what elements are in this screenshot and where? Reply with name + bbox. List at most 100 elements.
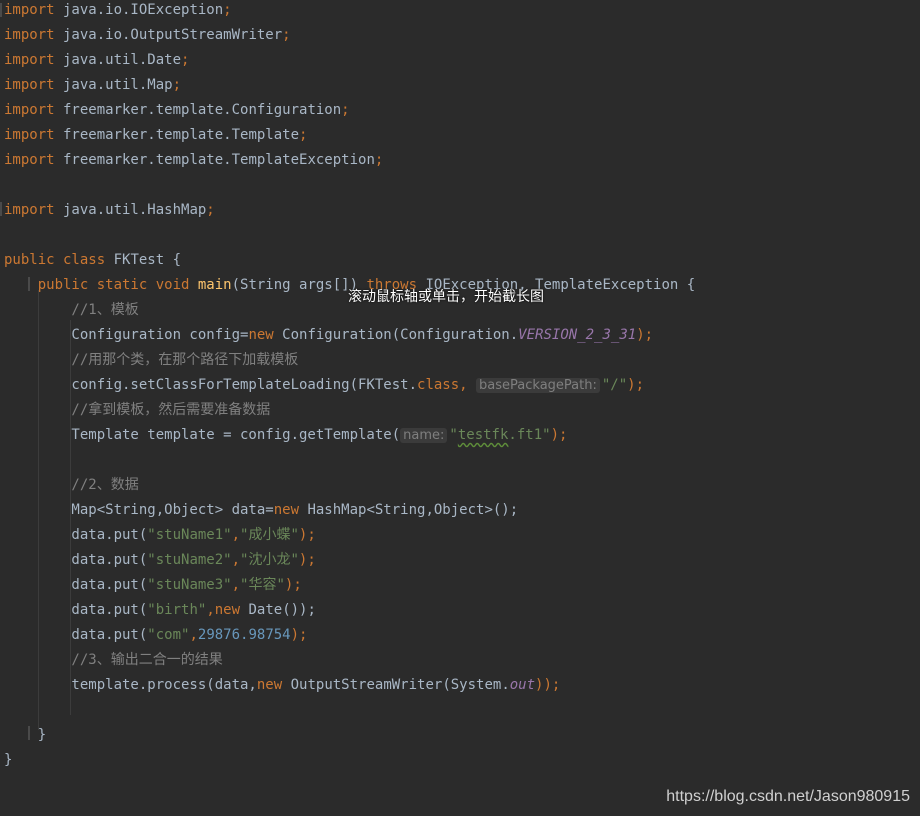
code-token: data.put( [4, 552, 148, 568]
code-token: data.put( [4, 577, 148, 593]
code-line[interactable]: data.put("com",29876.98754); [4, 625, 307, 650]
code-line[interactable]: //用那个类，在那个路径下加载模板 [4, 350, 298, 375]
code-token: out [509, 677, 536, 693]
code-line[interactable]: data.put("birth",new Date()); [4, 600, 316, 625]
code-token: import [4, 77, 55, 93]
fold-marker[interactable] [0, 3, 2, 17]
code-token: ); [550, 427, 568, 443]
code-token: ; [341, 102, 350, 118]
code-token: new [248, 327, 274, 343]
code-token: ); [298, 527, 316, 543]
code-token: freemarker.template.Template [54, 127, 300, 143]
code-token: ; [181, 52, 190, 68]
code-line[interactable]: import freemarker.template.Template; [4, 125, 307, 150]
code-token: freemarker.template.Configuration [54, 102, 342, 118]
parameter-hint: name: [400, 428, 448, 443]
code-token: data.put( [4, 527, 148, 543]
code-token: import [4, 152, 55, 168]
code-token: freemarker.template.TemplateException [54, 152, 375, 168]
code-token: java.io.IOException [54, 2, 224, 18]
code-token: } [4, 727, 47, 743]
code-token: "成小蝶" [240, 527, 299, 543]
code-line[interactable]: //拿到模板，然后需要准备数据 [4, 400, 270, 425]
code-token: ; [282, 27, 291, 43]
code-token: import [4, 127, 55, 143]
code-token: )); [535, 677, 561, 693]
code-token: config.setClassForTemplateLoading(FKTest… [4, 377, 418, 393]
code-token: //3、输出二合一的结果 [4, 652, 223, 668]
code-line[interactable]: import java.io.OutputStreamWriter; [4, 25, 291, 50]
code-token: "stuName2" [147, 552, 232, 568]
code-line[interactable]: template.process(data,new OutputStreamWr… [4, 675, 560, 700]
code-token: HashMap<String,Object>(); [299, 502, 519, 518]
code-token: new [214, 602, 241, 618]
screenshot-tooltip: 滚动鼠标轴或单击，开始截长图 [348, 289, 544, 305]
code-token: //拿到模板，然后需要准备数据 [4, 402, 271, 418]
code-token: data.put( [4, 627, 148, 643]
code-line[interactable]: data.put("stuName2","沈小龙"); [4, 550, 315, 575]
code-line[interactable]: Configuration config=new Configuration(C… [4, 325, 653, 350]
code-line[interactable]: data.put("stuName3","华容"); [4, 575, 302, 600]
code-token: Template template = config.getTemplate( [4, 427, 401, 443]
code-token: class, [417, 377, 468, 393]
code-token: ); [636, 327, 654, 343]
code-line[interactable]: } [4, 725, 46, 750]
code-token: new [273, 502, 300, 518]
code-token: ); [290, 627, 308, 643]
code-line[interactable]: Template template = config.getTemplate(n… [4, 425, 567, 450]
code-token: testfk [457, 427, 509, 443]
watermark: https://blog.csdn.net/Jason980915 [666, 788, 910, 805]
code-line[interactable]: //1、模板 [4, 300, 139, 325]
code-line[interactable]: config.setClassForTemplateLoading(FKTest… [4, 375, 644, 400]
code-token: (String args[]) [231, 277, 367, 293]
code-token: Configuration config= [4, 327, 249, 343]
code-line[interactable]: //2、数据 [4, 475, 139, 500]
code-line[interactable]: data.put("stuName1","成小蝶"); [4, 525, 316, 550]
code-token: import [4, 2, 55, 18]
code-line[interactable]: //3、输出二合一的结果 [4, 650, 223, 675]
code-token: import [4, 27, 55, 43]
code-token: Date()); [240, 602, 316, 618]
code-token: "华容" [240, 577, 285, 593]
code-token: ; [206, 202, 215, 218]
code-token: new [256, 677, 283, 693]
code-line[interactable]: import freemarker.template.Configuration… [4, 100, 350, 125]
code-token: "stuName1" [147, 527, 232, 543]
code-token: , [231, 527, 241, 543]
code-token: java.util.Date [54, 52, 182, 68]
code-token: //1、模板 [4, 302, 139, 318]
code-token: OutputStreamWriter(System. [282, 677, 510, 693]
code-token: //2、数据 [4, 477, 139, 493]
code-line[interactable]: } [4, 750, 12, 775]
code-token: import [4, 202, 55, 218]
code-editor[interactable]: import java.io.IOException; import java.i… [0, 0, 920, 816]
code-token: "birth" [147, 602, 207, 618]
code-line[interactable]: import java.util.Date; [4, 50, 189, 75]
code-line[interactable]: import java.util.HashMap; [4, 200, 215, 225]
code-token: ; [223, 2, 232, 18]
code-token: ; [172, 77, 182, 93]
fold-marker[interactable] [0, 202, 2, 216]
code-token: , [231, 577, 241, 593]
code-token: VERSION_2_3_31 [518, 327, 637, 343]
code-line[interactable]: Map<String,Object> data=new HashMap<Stri… [4, 500, 518, 525]
code-token: import [4, 102, 55, 118]
code-line[interactable]: import freemarker.template.TemplateExcep… [4, 150, 383, 175]
code-token: main [197, 277, 232, 293]
code-token: ; [374, 152, 384, 168]
code-token: java.io.OutputStreamWriter [54, 27, 283, 43]
code-token: Configuration(Configuration. [273, 327, 519, 343]
code-token: , [189, 627, 198, 643]
code-token: ); [284, 577, 302, 593]
code-token: java.util.HashMap [54, 202, 207, 218]
code-line[interactable]: public class FKTest { [4, 250, 181, 275]
code-token: "stuName3" [147, 577, 232, 593]
code-token: Map<String,Object> data= [4, 502, 274, 518]
code-line[interactable]: import java.util.Map; [4, 75, 181, 100]
code-token: FKTest { [105, 252, 182, 268]
parameter-hint: basePackagePath: [476, 378, 600, 393]
code-token: "沈小龙" [240, 552, 299, 568]
code-line[interactable]: import java.io.IOException; [4, 0, 232, 25]
